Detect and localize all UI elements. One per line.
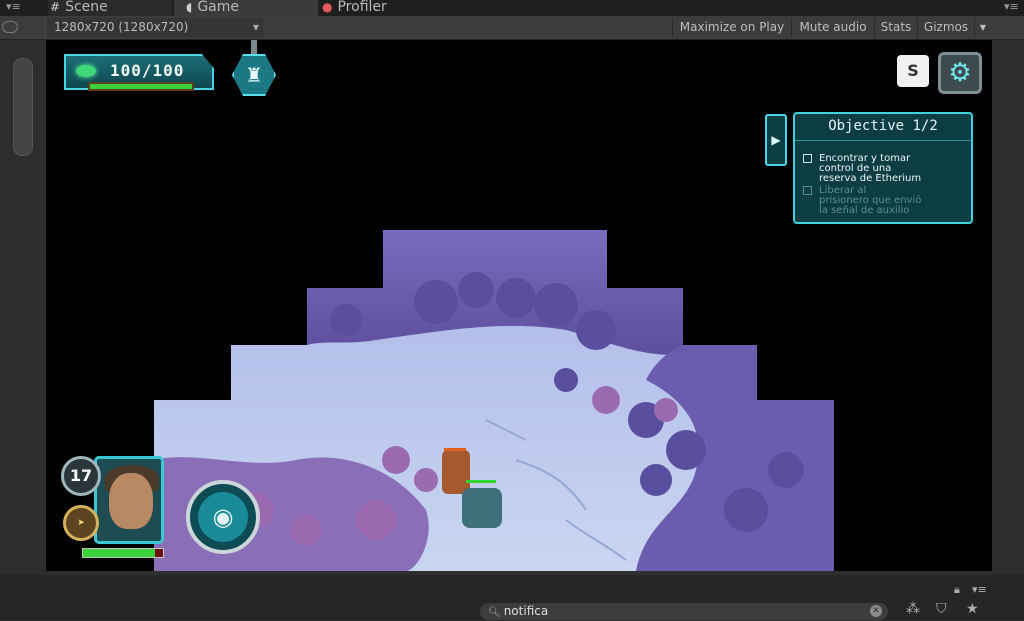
hero-portrait[interactable]: [94, 456, 164, 544]
tab-scene[interactable]: # Scene: [48, 0, 172, 16]
skip-button[interactable]: S: [897, 55, 929, 87]
star-icon[interactable]: ★: [966, 601, 979, 617]
pacman-icon: ◖: [186, 0, 193, 14]
hero-hp-bar: [82, 548, 164, 558]
hp-bar: [88, 82, 194, 91]
hp-bar-fill: [90, 84, 192, 89]
panel-menu-icon[interactable]: ▾≡: [1004, 0, 1019, 13]
maximize-on-play-button[interactable]: Maximize on Play: [672, 18, 791, 37]
chevron-right-icon: ▶: [771, 133, 781, 147]
objective-collapse-button[interactable]: ▶: [765, 114, 787, 166]
bullet-icon: ➤: [77, 518, 85, 528]
search-icon: 🔍︎: [488, 607, 501, 618]
tab-scene-label: Scene: [65, 0, 108, 15]
etherium-gem-icon: [76, 65, 96, 77]
tab-game-label: Game: [197, 0, 240, 15]
resolution-value: 1280x720 (1280x720): [54, 20, 189, 34]
console-footer: 🔒︎ ▾≡ 🔍︎ notifica ✕ ⁂ ⛉ ★: [0, 575, 1024, 620]
tab-profiler-label: Profiler: [337, 0, 387, 15]
tab-game[interactable]: ◖ Game: [174, 0, 318, 16]
gizmos-caret-icon[interactable]: ▼: [974, 18, 991, 37]
vertical-scrollbar[interactable]: [13, 58, 33, 156]
settings-button[interactable]: ⚙: [938, 52, 982, 94]
checkbox-icon: [803, 186, 812, 195]
mute-audio-button[interactable]: Mute audio: [791, 18, 874, 37]
gizmos-button[interactable]: Gizmos: [917, 18, 974, 37]
layers-icon[interactable]: ⁂: [906, 601, 920, 617]
reinforcement-button[interactable]: ◉: [186, 480, 260, 554]
objective-item-text: Liberar al prisionero que envió la señal…: [819, 185, 922, 216]
lock-icon[interactable]: 🔒︎: [954, 583, 960, 597]
hero-ability-button[interactable]: ➤: [63, 505, 99, 541]
left-scroll-rail: [0, 40, 45, 575]
caret-down-icon: ▼: [252, 23, 259, 32]
game-view[interactable]: 100/100 ♜ S ⚙ ▶ Objective 1/2 Encontrar …: [46, 40, 992, 571]
hero-face: [109, 473, 153, 529]
right-rail: [992, 40, 1024, 575]
robot-icon: ♜: [245, 63, 263, 87]
tab-menu-icon[interactable]: ▾≡: [6, 0, 21, 13]
profiler-icon: ●: [322, 0, 333, 14]
hero-level-badge: 17: [61, 456, 101, 496]
checkbox-icon: [803, 154, 812, 163]
clear-search-icon[interactable]: ✕: [870, 605, 882, 617]
enemy-hp-bar: [444, 448, 466, 451]
stats-button[interactable]: Stats: [874, 18, 917, 37]
panel-menu-icon[interactable]: ▾≡: [972, 583, 987, 596]
resolution-dropdown[interactable]: 1280x720 (1280x720) ▼: [45, 18, 263, 37]
hp-value: 100/100: [110, 61, 185, 80]
game-toolbar: 1280x720 (1280x720) ▼ Maximize on Play M…: [0, 16, 1024, 40]
robot-drone-icon: ◉: [198, 492, 248, 542]
tag-icon[interactable]: ⛉: [936, 601, 947, 617]
gear-icon: ⚙: [948, 58, 972, 88]
player-unit-hp-bar: [466, 480, 496, 483]
robot-antenna: [251, 40, 257, 54]
objective-item-text: Encontrar y tomar control de una reserva…: [819, 153, 922, 184]
search-value: notifica: [503, 604, 549, 618]
tab-profiler[interactable]: ● Profiler: [322, 0, 472, 16]
grid-icon: #: [50, 0, 61, 14]
search-input[interactable]: 🔍︎ notifica ✕: [480, 603, 888, 620]
enemy-unit[interactable]: [442, 450, 470, 494]
hero-hp-fill: [83, 549, 155, 557]
editor-tab-bar: ▾≡ # Scene ◖ Game ● Profiler ▾≡: [0, 0, 1024, 16]
player-mech-unit[interactable]: [462, 488, 502, 528]
objective-title: Objective 1/2: [795, 118, 971, 141]
objective-panel: Objective 1/2 Encontrar y tomar control …: [793, 112, 973, 224]
toggle-pill[interactable]: [2, 21, 18, 33]
